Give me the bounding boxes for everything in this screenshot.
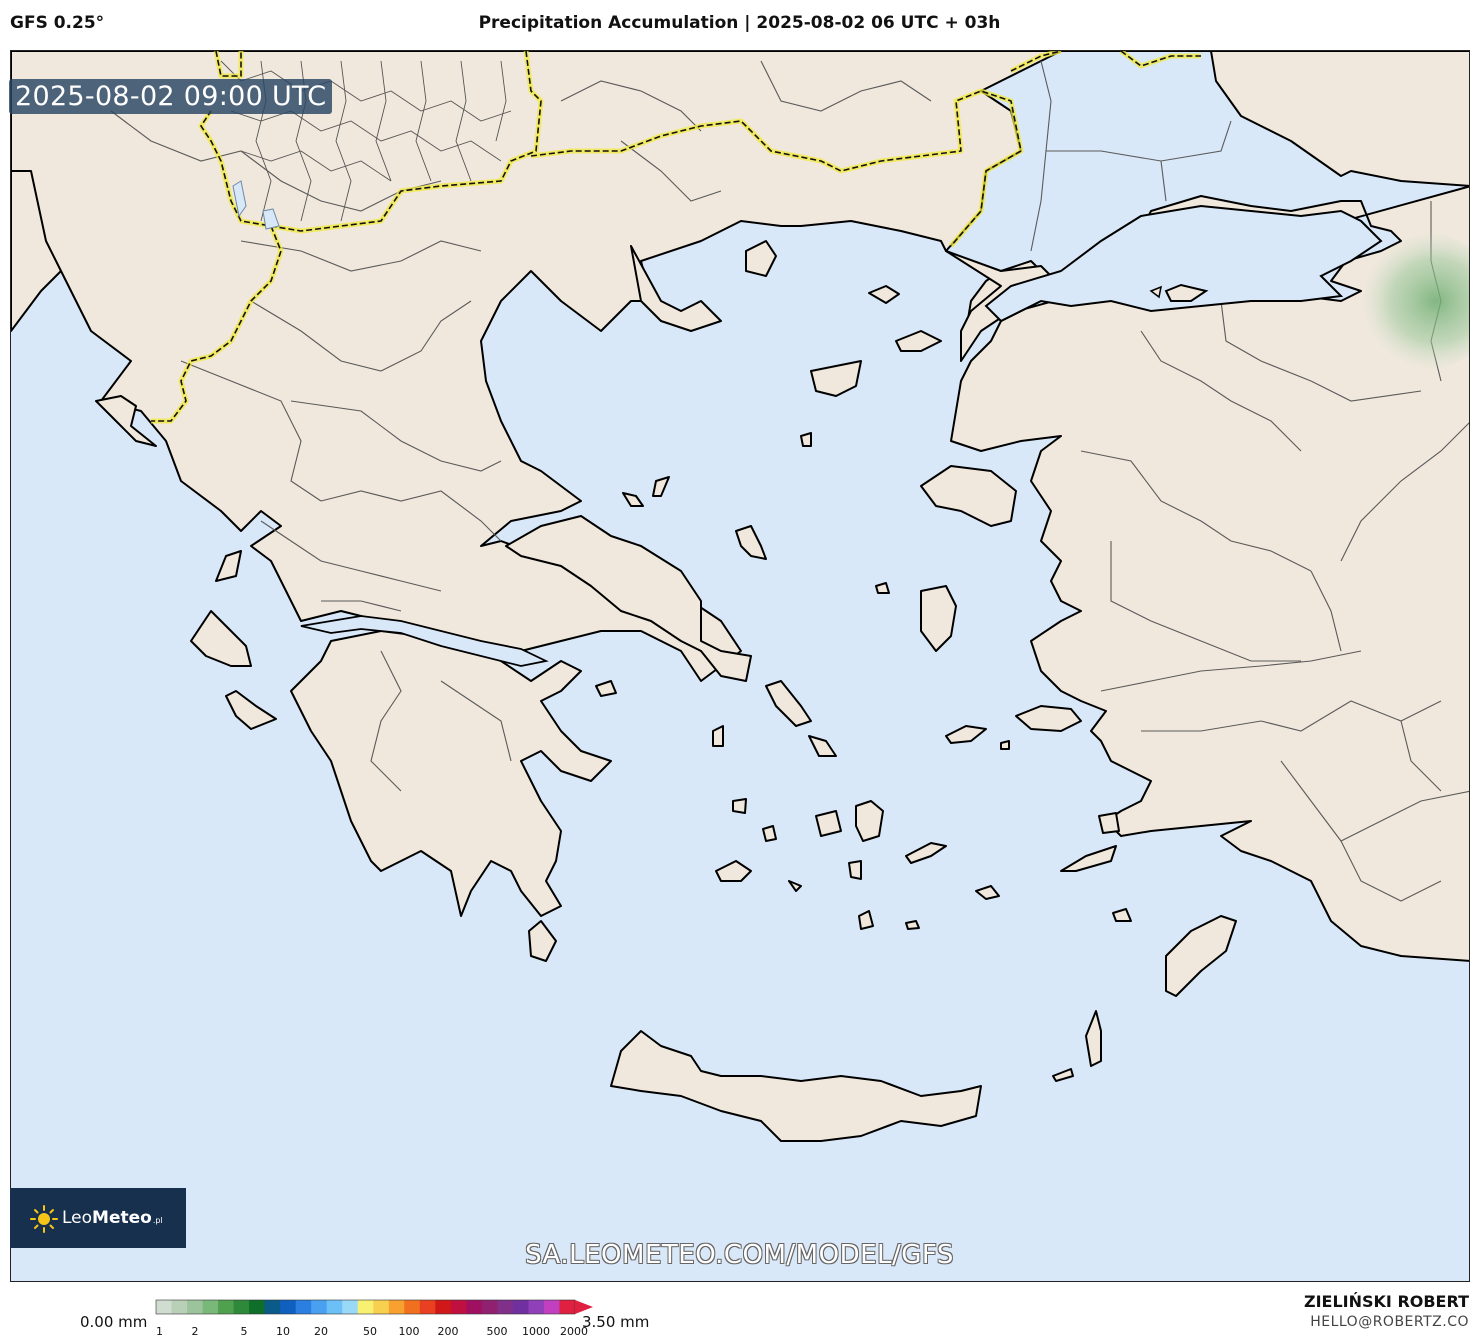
- land-paros: [815, 810, 842, 837]
- land-fourni: [1000, 740, 1010, 750]
- colorbar-arrow: [575, 1300, 593, 1314]
- land-zakynthos: [225, 690, 277, 730]
- colorbar-swatch: [202, 1300, 219, 1314]
- colorbar-tick-label: 20: [314, 1325, 328, 1338]
- colorbar-swatch: [218, 1300, 235, 1314]
- sun-icon: [30, 1205, 58, 1233]
- land-psara: [875, 582, 890, 594]
- land-folegandros: [788, 880, 802, 892]
- land-lesbos: [920, 465, 1017, 527]
- land-ikaria: [945, 725, 987, 744]
- land-alonissos: [622, 492, 644, 507]
- author-name: ZIELIŃSKI ROBERT: [1303, 1292, 1469, 1311]
- land-astypalaia: [975, 885, 1000, 900]
- land-chios: [920, 585, 957, 652]
- colorbar-swatch: [156, 1300, 173, 1314]
- colorbar-swatch: [388, 1300, 405, 1314]
- land-kythira: [528, 920, 557, 962]
- land-imbros: [895, 330, 942, 352]
- land-ios: [848, 860, 862, 880]
- land-skyros: [735, 525, 767, 560]
- colorbar-tick-label: 1: [156, 1325, 163, 1338]
- colorbar-swatch: [264, 1300, 281, 1314]
- colorbar-max-label: 3.50 mm: [582, 1313, 650, 1331]
- colorbar-swatch: [373, 1300, 390, 1314]
- colorbar-swatch: [233, 1300, 250, 1314]
- logo-tld: .pl: [152, 1216, 163, 1225]
- map-svg: [11, 51, 1469, 1142]
- colorbar-swatch: [326, 1300, 343, 1314]
- colorbar-swatch: [187, 1300, 204, 1314]
- land-kasos: [1052, 1068, 1074, 1082]
- colorbar-swatch: [404, 1300, 421, 1314]
- land-peloponnese: [290, 630, 612, 917]
- land-kos: [1060, 845, 1117, 872]
- land-samothrace: [868, 285, 900, 304]
- land-santorini: [858, 910, 874, 930]
- land-tilos: [1112, 908, 1132, 922]
- land-kefalonia: [190, 610, 252, 667]
- land-sifnos: [762, 825, 777, 842]
- land-naxos: [855, 800, 884, 842]
- colorbar-swatch: [419, 1300, 436, 1314]
- colorbar-tick-label: 5: [241, 1325, 248, 1338]
- author-email[interactable]: HELLO@ROBERTZ.CO: [1310, 1314, 1469, 1330]
- colorbar-swatch: [466, 1300, 483, 1314]
- land-crete: [610, 1030, 982, 1142]
- land-karpathos: [1085, 1010, 1102, 1067]
- land-serifos: [732, 798, 747, 814]
- colorbar-swatch: [543, 1300, 560, 1314]
- colorbar-swatch: [280, 1300, 297, 1314]
- land-kalymnos: [1098, 812, 1120, 834]
- land-milos: [715, 860, 752, 882]
- colorbar-min-label: 0.00 mm: [80, 1313, 148, 1331]
- colorbar-tick-label: 2: [192, 1325, 199, 1338]
- land-agios-efstratios: [800, 432, 812, 447]
- colorbar-tick-label: 100: [399, 1325, 420, 1338]
- land-samos: [1015, 705, 1082, 732]
- land-anafi: [905, 920, 920, 930]
- land-tinos: [808, 735, 837, 757]
- colorbar-swatch: [295, 1300, 312, 1314]
- colorbar-swatch: [528, 1300, 545, 1314]
- watermark-url: SA.LEOMETEO.COM/MODEL/GFS: [525, 1240, 954, 1270]
- colorbar-swatch: [497, 1300, 514, 1314]
- colorbar-swatch: [435, 1300, 452, 1314]
- land-lefkada: [215, 550, 242, 582]
- logo-text: LeoMeteo.pl: [62, 1208, 163, 1228]
- logo-prefix: Leo: [62, 1208, 93, 1228]
- map-canvas[interactable]: [10, 50, 1470, 1282]
- colorbar-swatch: [249, 1300, 266, 1314]
- colorbar-tick-label: 1000: [522, 1325, 550, 1338]
- colorbar-swatch: [450, 1300, 467, 1314]
- land-kea: [712, 725, 724, 747]
- valid-time-badge: 2025-08-02 09:00 UTC: [9, 79, 333, 114]
- colorbar-swatch: [311, 1300, 328, 1314]
- colorbar-swatch: [512, 1300, 529, 1314]
- map-title: Precipitation Accumulation | 2025-08-02 …: [478, 13, 1001, 33]
- colorbar-tick-label: 50: [363, 1325, 377, 1338]
- colorbar-ticks: 1 2 5 10 20 50 100 200 500 1000 2000: [156, 1325, 588, 1338]
- land-lemnos: [810, 360, 862, 397]
- colorbar-tick-label: 200: [438, 1325, 459, 1338]
- colorbar-swatch: [559, 1300, 576, 1314]
- colorbar-swatch: [171, 1300, 188, 1314]
- colorbar-swatch: [342, 1300, 359, 1314]
- colorbar-swatches: [155, 1299, 576, 1315]
- land-andros: [765, 680, 812, 727]
- land-rhodes: [1165, 915, 1237, 997]
- logo-suffix: Meteo: [92, 1208, 152, 1228]
- land-aegina: [595, 680, 617, 697]
- land-amorgos: [905, 842, 947, 864]
- colorbar: 1 2 5 10 20 50 100 200 500 1000 2000: [155, 1299, 593, 1338]
- leometeo-logo[interactable]: LeoMeteo.pl: [10, 1188, 186, 1248]
- colorbar-swatch: [357, 1300, 374, 1314]
- land-skopelos: [652, 476, 670, 497]
- colorbar-tick-label: 500: [487, 1325, 508, 1338]
- colorbar-swatch: [481, 1300, 498, 1314]
- land-thasos: [745, 240, 777, 277]
- colorbar-tick-label: 10: [276, 1325, 290, 1338]
